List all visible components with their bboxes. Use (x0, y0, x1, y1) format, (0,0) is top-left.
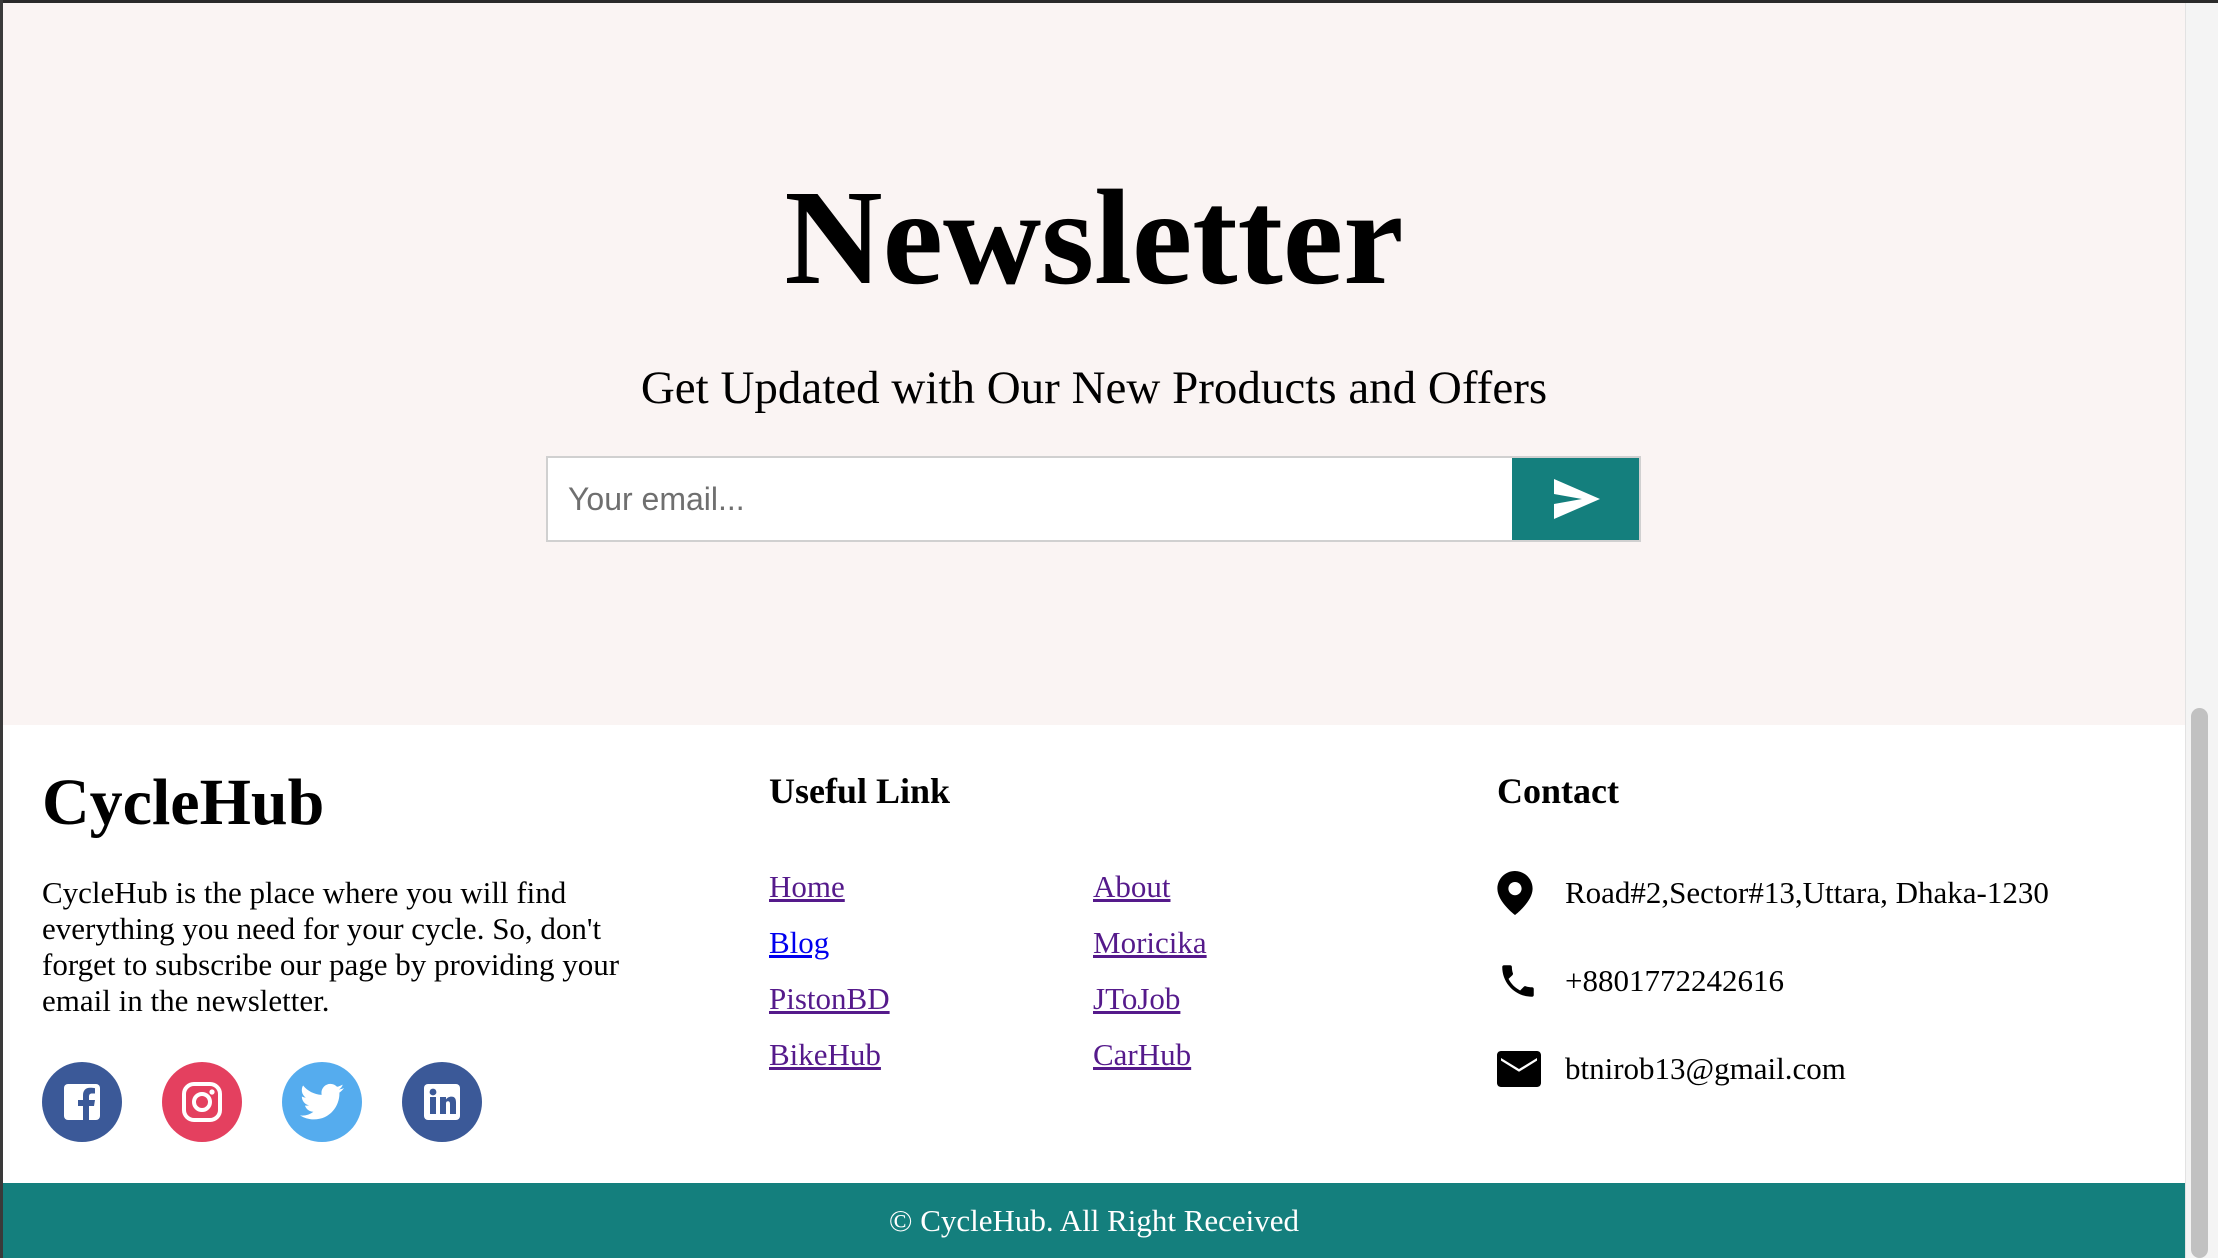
link-jtojob[interactable]: JToJob (1093, 981, 1180, 1016)
footer-brand-description: CycleHub is the place where you will fin… (42, 875, 620, 1018)
newsletter-section: Newsletter Get Updated with Our New Prod… (3, 3, 2185, 725)
newsletter-form (546, 456, 1641, 542)
page: Newsletter Get Updated with Our New Prod… (0, 0, 2218, 1258)
linkedin-button[interactable] (402, 1062, 482, 1142)
contact-address: Road#2,Sector#13,Uttara, Dhaka-1230 (1497, 865, 2049, 921)
contact-email-text: btnirob13@gmail.com (1565, 1051, 1846, 1086)
footer: CycleHub CycleHub is the place where you… (3, 725, 2185, 1183)
mail-icon (1497, 1041, 1553, 1097)
newsletter-subtitle: Get Updated with Our New Products and Of… (640, 362, 1548, 414)
email-input[interactable] (546, 456, 1512, 542)
link-carhub[interactable]: CarHub (1093, 1037, 1191, 1072)
link-pistonbd[interactable]: PistonBD (769, 981, 890, 1016)
contact-email: btnirob13@gmail.com (1497, 1041, 1846, 1097)
instagram-icon (182, 1082, 222, 1122)
location-pin-icon (1497, 865, 1553, 921)
contact-phone: +8801772242616 (1497, 953, 1784, 1009)
twitter-icon (300, 1083, 344, 1120)
link-home[interactable]: Home (769, 869, 845, 904)
link-moricika[interactable]: Moricika (1093, 925, 1207, 960)
useful-links-list: Home About Blog Moricika PistonBD JToJob… (769, 865, 1329, 1077)
send-icon (1553, 479, 1600, 519)
contact-address-text: Road#2,Sector#13,Uttara, Dhaka-1230 (1565, 875, 2049, 910)
facebook-icon (64, 1084, 100, 1120)
instagram-button[interactable] (162, 1062, 242, 1142)
link-bikehub[interactable]: BikeHub (769, 1037, 881, 1072)
footer-brand-title: CycleHub (42, 766, 325, 839)
social-links (42, 1062, 482, 1142)
linkedin-icon (424, 1084, 460, 1120)
facebook-button[interactable] (42, 1062, 122, 1142)
subscribe-button[interactable] (1512, 456, 1641, 542)
contact-phone-text: +8801772242616 (1565, 963, 1784, 998)
link-blog[interactable]: Blog (769, 925, 829, 960)
copyright-bar: © CycleHub. All Right Received (3, 1183, 2185, 1258)
newsletter-title: Newsletter (784, 163, 1404, 313)
twitter-button[interactable] (282, 1062, 362, 1142)
useful-links-title: Useful Link (769, 771, 951, 811)
phone-icon (1497, 953, 1553, 1009)
copyright-text: © CycleHub. All Right Received (888, 1202, 1300, 1238)
contact-title: Contact (1497, 771, 1619, 811)
link-about[interactable]: About (1093, 869, 1171, 904)
scrollbar-thumb[interactable] (2191, 708, 2208, 1258)
